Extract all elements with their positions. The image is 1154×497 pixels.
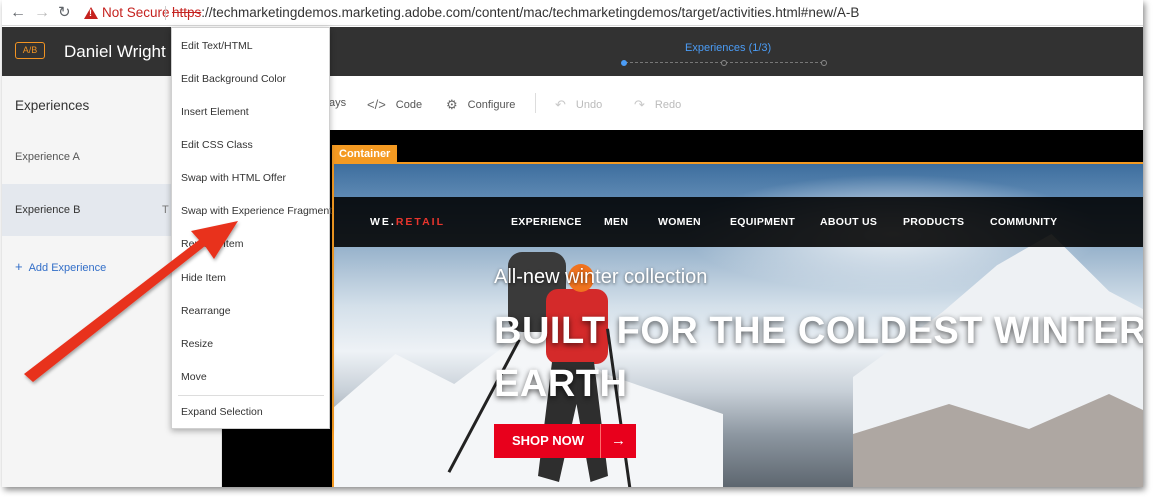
menu-item-hide-item[interactable]: Hide Item [172, 262, 329, 295]
url-text: ://techmarketingdemos.marketing.adobe.co… [201, 5, 860, 20]
nav-link-about-us[interactable]: ABOUT US [820, 216, 877, 228]
plus-icon: + [15, 259, 23, 274]
menu-item-resize[interactable]: Resize [172, 328, 329, 361]
code-icon: </> [367, 97, 386, 112]
page-preview[interactable]: WE.RETAIL EXPERIENCE MEN WOMEN EQUIPMENT… [222, 130, 1143, 487]
selection-label: Container [332, 145, 398, 163]
undo-button[interactable]: ↶ Undo [555, 97, 602, 113]
experience-tag: T [162, 204, 169, 216]
menu-item-swap-experience-fragment[interactable]: Swap with Experience Fragment [172, 195, 332, 228]
warning-triangle-icon [84, 7, 98, 19]
menu-item-edit-css-class[interactable]: Edit CSS Class [172, 129, 329, 162]
redo-label: Redo [654, 99, 682, 111]
nav-link-products[interactable]: PRODUCTS [903, 216, 964, 228]
menu-item-swap-html-offer[interactable]: Swap with HTML Offer [172, 162, 329, 195]
nav-link-experience[interactable]: EXPERIENCE [511, 216, 582, 228]
activity-type-badge: A/B [15, 42, 45, 59]
menu-item-edit-text-html[interactable]: Edit Text/HTML [172, 30, 329, 63]
configure-button[interactable]: ⚙ Configure [446, 97, 515, 113]
workflow-step-indicator [621, 60, 827, 66]
undo-label: Undo [575, 99, 603, 111]
site-logo[interactable]: WE.RETAIL [370, 216, 445, 228]
add-experience-label: Add Experience [28, 262, 107, 274]
security-label: Not Secure [102, 5, 170, 20]
code-label: Code [395, 98, 423, 111]
shop-now-label: SHOP NOW [494, 424, 600, 458]
reload-icon[interactable]: ↻ [58, 3, 71, 23]
security-indicator[interactable]: Not Secure [84, 5, 170, 21]
undo-icon: ↶ [555, 97, 566, 112]
nav-link-equipment[interactable]: EQUIPMENT [730, 216, 795, 228]
workflow-step-label: Experiences (1/3) [685, 42, 772, 54]
editor-toolbar: ays </> Code ⚙ Configure ↶ Undo ↷ Redo [222, 76, 1143, 130]
nav-link-men[interactable]: MEN [604, 216, 628, 228]
menu-item-rearrange[interactable]: Rearrange [172, 295, 329, 328]
overlays-label: ays [329, 97, 347, 109]
nav-link-community[interactable]: COMMUNITY [990, 216, 1057, 228]
nav-link-women[interactable]: WOMEN [658, 216, 701, 228]
site-navigation: WE.RETAIL EXPERIENCE MEN WOMEN EQUIPMENT… [333, 197, 1143, 247]
address-separator [165, 6, 166, 20]
url-field[interactable]: https://techmarketingdemos.marketing.ado… [172, 5, 859, 21]
back-arrow-icon[interactable]: ← [10, 3, 26, 23]
element-context-menu: Edit Text/HTML Edit Background Color Ins… [171, 27, 332, 429]
toolbar-divider [535, 93, 536, 113]
redo-button[interactable]: ↷ Redo [634, 97, 681, 113]
menu-item-edit-background-color[interactable]: Edit Background Color [172, 63, 329, 96]
menu-item-remove-item[interactable]: Remove Item [172, 228, 329, 261]
step-dot-3[interactable] [821, 60, 827, 66]
gear-icon: ⚙ [446, 97, 458, 112]
configure-label: Configure [467, 99, 516, 111]
experience-label: Experience A [15, 151, 80, 163]
redo-icon: ↷ [634, 97, 645, 112]
activity-title[interactable]: Daniel Wright H [64, 42, 183, 62]
url-scheme: https [172, 5, 202, 20]
logo-accent: RETAIL [395, 216, 445, 228]
browser-address-bar: ← → ↻ Not Secure https://techmarketingde… [2, 0, 1143, 26]
logo-main: WE. [370, 216, 396, 228]
forward-arrow-icon[interactable]: → [34, 3, 50, 23]
screenshot-frame: ← → ↻ Not Secure https://techmarketingde… [2, 0, 1143, 487]
menu-item-insert-element[interactable]: Insert Element [172, 96, 329, 129]
step-dot-1[interactable] [621, 60, 627, 66]
hero-subtitle[interactable]: All-new winter collection [494, 266, 707, 289]
arrow-right-icon: → [600, 424, 636, 458]
shop-now-button[interactable]: SHOP NOW → [494, 424, 636, 458]
hero-title[interactable]: BUILT FOR THE COLDEST WINTER EARTH [494, 305, 1143, 411]
code-button[interactable]: </> Code [367, 97, 422, 112]
experiences-heading: Experiences [15, 98, 90, 113]
step-dot-2[interactable] [721, 60, 727, 66]
menu-item-expand-selection[interactable]: Expand Selection [172, 396, 329, 429]
overlays-button[interactable]: ays [329, 97, 346, 109]
add-experience-button[interactable]: + Add Experience [15, 259, 106, 274]
experience-label: Experience B [15, 204, 81, 216]
menu-item-move[interactable]: Move [172, 361, 329, 394]
